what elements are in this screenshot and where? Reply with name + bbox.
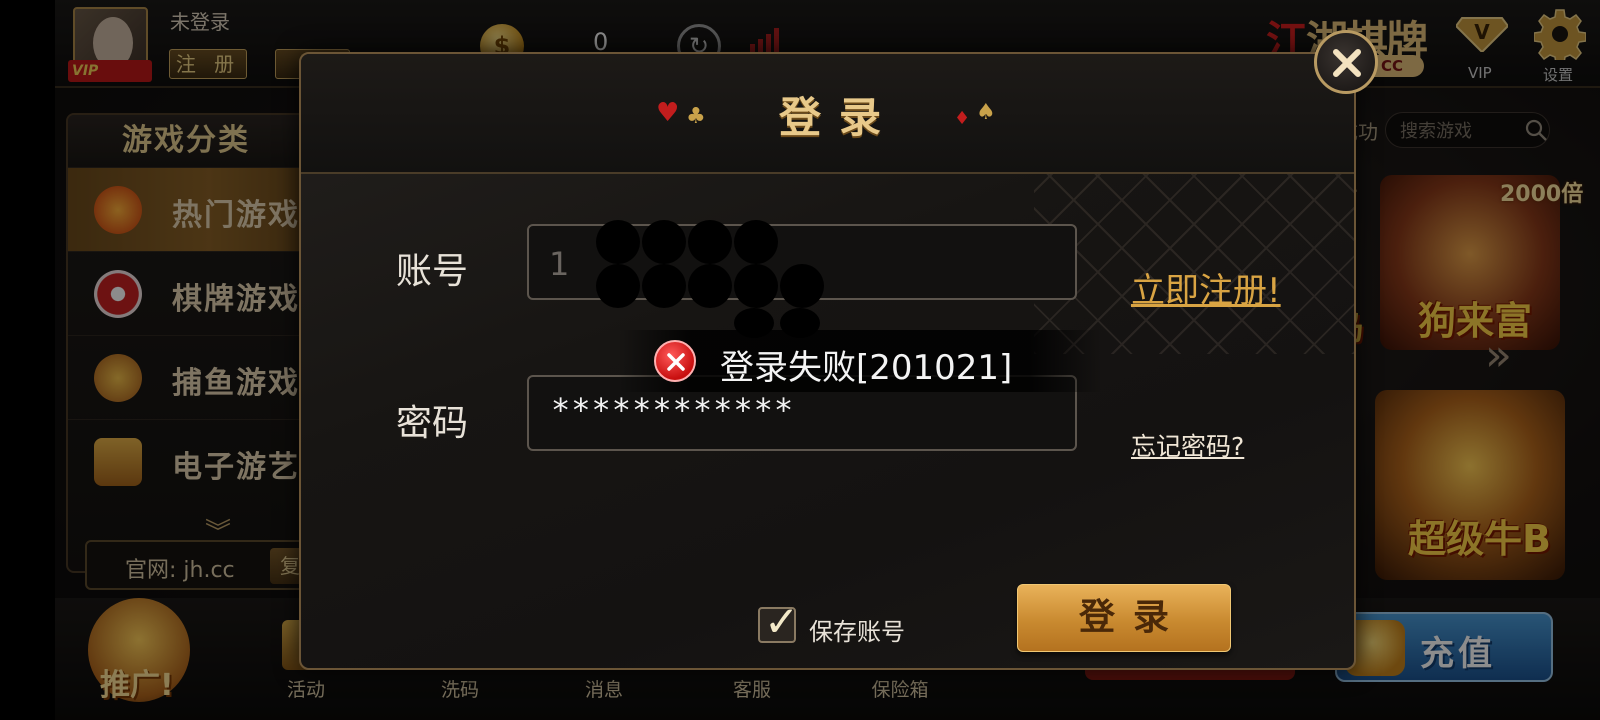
password-label: 密码 bbox=[396, 403, 469, 444]
account-label: 账号 bbox=[396, 251, 469, 292]
close-icon bbox=[1333, 49, 1361, 77]
account-input[interactable] bbox=[549, 244, 1049, 284]
close-button[interactable] bbox=[1314, 30, 1378, 94]
dialog-title: 登录 bbox=[779, 93, 900, 142]
register-link[interactable]: 立即注册! bbox=[1131, 263, 1281, 312]
forgot-password-link[interactable]: 忘记密码? bbox=[1131, 427, 1244, 463]
remember-label: 保存账号 bbox=[809, 618, 905, 646]
spade-icon: ♠ bbox=[976, 100, 996, 125]
club-icon: ♣ bbox=[686, 104, 706, 129]
remember-checkbox[interactable]: ✓ bbox=[758, 597, 799, 646]
dialog-header: ♥ ♣ 登录 ♦ ♠ bbox=[301, 54, 1354, 174]
heart-icon: ♥ bbox=[656, 98, 680, 128]
check-icon: ✓ bbox=[764, 597, 800, 646]
toast-message: 登录失败[201021] bbox=[720, 348, 1013, 388]
login-button[interactable]: 登录 bbox=[1017, 584, 1231, 652]
error-icon bbox=[654, 340, 696, 382]
password-input[interactable]: ************ bbox=[551, 391, 794, 429]
account-field[interactable] bbox=[527, 224, 1077, 300]
diamond-icon: ♦ bbox=[954, 108, 971, 129]
